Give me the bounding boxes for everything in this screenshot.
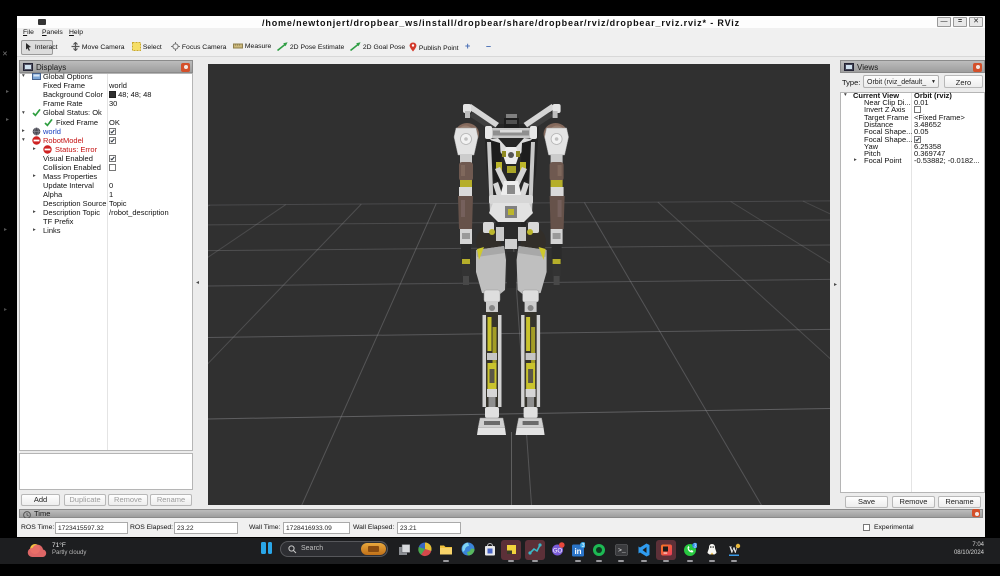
svg-text:3: 3	[693, 544, 696, 550]
svg-text:>_: >_	[618, 547, 626, 554]
svg-text:3: 3	[581, 543, 584, 549]
svg-text:GO: GO	[553, 548, 563, 554]
